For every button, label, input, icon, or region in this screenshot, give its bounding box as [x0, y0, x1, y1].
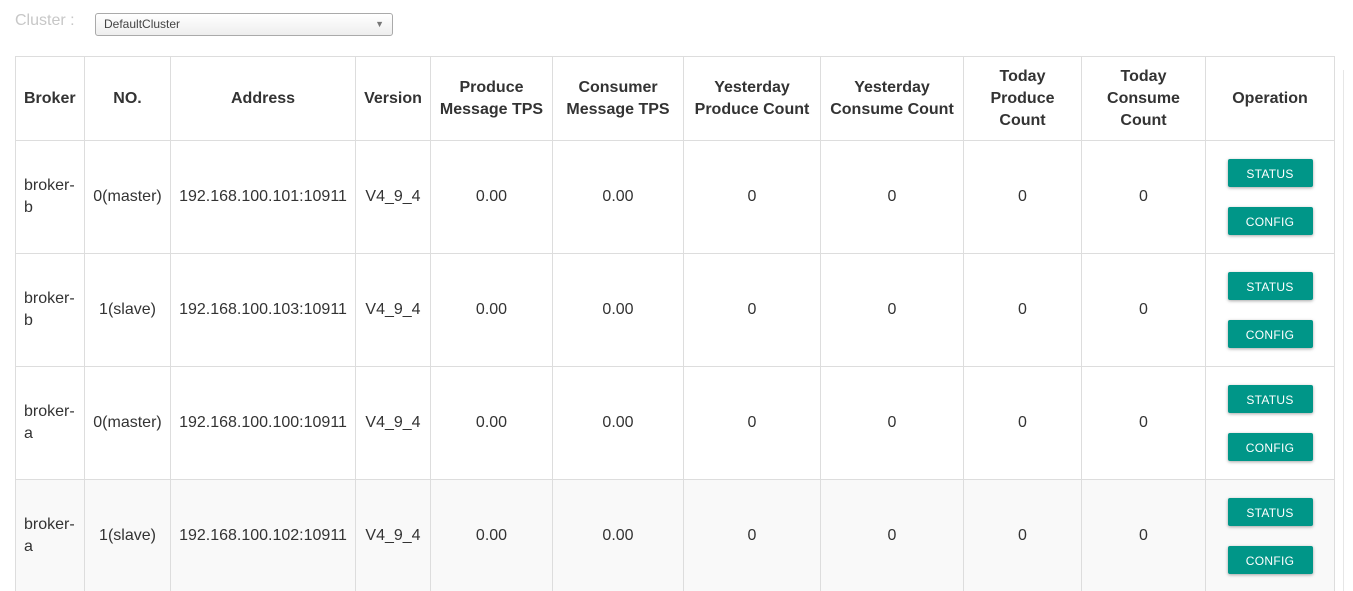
cell-operation: STATUS CONFIG	[1205, 479, 1335, 591]
cell-today-consume: 0	[1081, 479, 1206, 591]
table-row: broker-b 0(master) 192.168.100.101:10911…	[15, 140, 1335, 254]
table-row: broker-b 1(slave) 192.168.100.103:10911 …	[15, 253, 1335, 367]
cell-produce-tps: 0.00	[430, 253, 553, 367]
config-button[interactable]: CONFIG	[1227, 320, 1313, 348]
header-produce-tps: Produce Message TPS	[430, 56, 553, 141]
cell-today-consume: 0	[1081, 140, 1206, 254]
cell-today-produce: 0	[963, 253, 1082, 367]
cell-operation: STATUS CONFIG	[1205, 366, 1335, 480]
status-button[interactable]: STATUS	[1227, 498, 1313, 526]
cell-no: 1(slave)	[84, 479, 171, 591]
status-button[interactable]: STATUS	[1227, 159, 1313, 187]
cell-version: V4_9_4	[355, 479, 431, 591]
cell-broker: broker-b	[15, 253, 85, 367]
cell-version: V4_9_4	[355, 140, 431, 254]
header-version: Version	[355, 56, 431, 141]
cell-today-produce: 0	[963, 366, 1082, 480]
cell-consumer-tps: 0.00	[552, 366, 684, 480]
header-address: Address	[170, 56, 356, 141]
cell-yesterday-consume: 0	[820, 140, 964, 254]
cell-today-produce: 0	[963, 140, 1082, 254]
header-no: NO.	[84, 56, 171, 141]
cell-address: 192.168.100.103:10911	[170, 253, 356, 367]
header-consumer-tps: Consumer Message TPS	[552, 56, 684, 141]
cell-operation: STATUS CONFIG	[1205, 140, 1335, 254]
cluster-select[interactable]: DefaultCluster ▼	[95, 12, 393, 36]
cell-today-consume: 0	[1081, 253, 1206, 367]
cell-no: 0(master)	[84, 140, 171, 254]
vertical-scrollbar[interactable]	[1342, 0, 1353, 591]
table-header-row: Broker NO. Address Version Produce Messa…	[15, 56, 1335, 141]
cell-produce-tps: 0.00	[430, 479, 553, 591]
table-row: broker-a 1(slave) 192.168.100.102:10911 …	[15, 479, 1335, 591]
cell-consumer-tps: 0.00	[552, 140, 684, 254]
cell-produce-tps: 0.00	[430, 140, 553, 254]
cell-today-consume: 0	[1081, 366, 1206, 480]
cell-yesterday-consume: 0	[820, 366, 964, 480]
chevron-down-icon: ▼	[375, 18, 384, 29]
cell-version: V4_9_4	[355, 366, 431, 480]
cell-consumer-tps: 0.00	[552, 479, 684, 591]
cluster-selector-bar: Cluster : DefaultCluster ▼	[15, 11, 393, 37]
cell-address: 192.168.100.101:10911	[170, 140, 356, 254]
config-button[interactable]: CONFIG	[1227, 546, 1313, 574]
cell-broker: broker-a	[15, 366, 85, 480]
header-operation: Operation	[1205, 56, 1335, 141]
cell-broker: broker-b	[15, 140, 85, 254]
cluster-label: Cluster :	[15, 12, 75, 29]
cell-address: 192.168.100.102:10911	[170, 479, 356, 591]
status-button[interactable]: STATUS	[1227, 272, 1313, 300]
status-button[interactable]: STATUS	[1227, 385, 1313, 413]
cell-yesterday-produce: 0	[683, 479, 821, 591]
cluster-select-value: DefaultCluster	[104, 16, 181, 31]
config-button[interactable]: CONFIG	[1227, 207, 1313, 235]
cell-broker: broker-a	[15, 479, 85, 591]
header-yesterday-consume: Yesterday Consume Count	[820, 56, 964, 141]
cell-today-produce: 0	[963, 479, 1082, 591]
cell-operation: STATUS CONFIG	[1205, 253, 1335, 367]
cell-yesterday-produce: 0	[683, 140, 821, 254]
cell-yesterday-consume: 0	[820, 253, 964, 367]
cell-yesterday-consume: 0	[820, 479, 964, 591]
cell-no: 1(slave)	[84, 253, 171, 367]
cell-yesterday-produce: 0	[683, 253, 821, 367]
cell-produce-tps: 0.00	[430, 366, 553, 480]
scrollbar-thumb[interactable]	[1343, 70, 1353, 591]
header-broker: Broker	[15, 56, 85, 141]
cell-yesterday-produce: 0	[683, 366, 821, 480]
header-today-consume: Today Consume Count	[1081, 56, 1206, 141]
broker-table: Broker NO. Address Version Produce Messa…	[15, 56, 1335, 591]
cell-version: V4_9_4	[355, 253, 431, 367]
config-button[interactable]: CONFIG	[1227, 433, 1313, 461]
cell-no: 0(master)	[84, 366, 171, 480]
header-yesterday-produce: Yesterday Produce Count	[683, 56, 821, 141]
cell-consumer-tps: 0.00	[552, 253, 684, 367]
broker-page: Cluster : DefaultCluster ▼ Broker NO. Ad…	[0, 0, 1353, 591]
header-today-produce: Today Produce Count	[963, 56, 1082, 141]
cell-address: 192.168.100.100:10911	[170, 366, 356, 480]
table-row: broker-a 0(master) 192.168.100.100:10911…	[15, 366, 1335, 480]
